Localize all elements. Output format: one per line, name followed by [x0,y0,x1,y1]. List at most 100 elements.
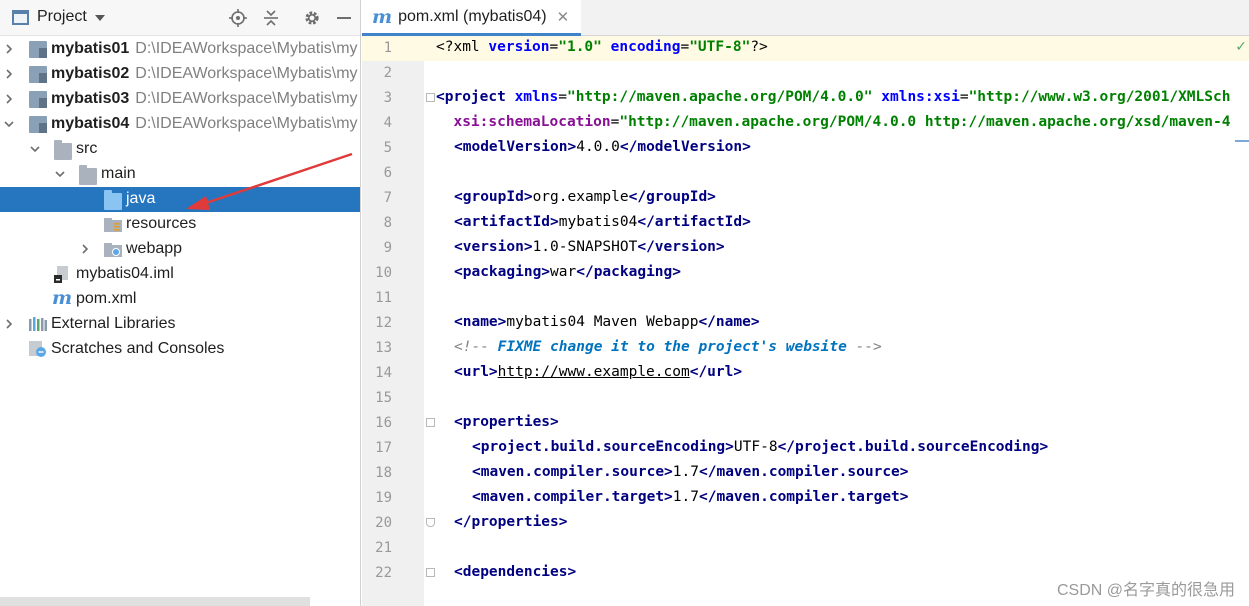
tree-item-mybatis02[interactable]: mybatis02 D:\IDEAWorkspace\Mybatis\my [0,62,360,87]
scratches-icon [29,341,46,357]
chevron-down-icon[interactable] [94,15,105,21]
code-line: <project xmlns="http://maven.apache.org/… [436,89,1231,105]
line-number: 18 [375,465,392,481]
tree-item-mybatis03[interactable]: mybatis03 D:\IDEAWorkspace\Mybatis\my [0,87,360,112]
line-number: 3 [383,90,392,106]
tree-item-pom-xml[interactable]: m pom.xml [0,287,360,312]
line-number: 10 [375,265,392,281]
module-icon [29,66,47,83]
gear-icon[interactable] [302,8,322,28]
tab-label: pom.xml (mybatis04) [398,7,547,25]
close-icon[interactable]: ✕ [557,8,570,26]
collapse-icon[interactable] [261,8,281,28]
tab-pom-xml[interactable]: m pom.xml (mybatis04) ✕ [362,0,582,36]
tree-item-scratches[interactable]: Scratches and Consoles [0,337,360,362]
chevron-right-icon[interactable] [4,319,14,329]
scroll-marker[interactable] [1235,140,1249,142]
tree-item-src[interactable]: src [0,137,360,162]
fold-marker[interactable] [426,418,435,427]
line-number: 4 [383,115,392,131]
project-view-selector[interactable]: Project [12,8,105,26]
chevron-right-icon[interactable] [4,94,14,104]
code-line: <url>http://www.example.com</url> [454,364,743,380]
tree-item-label: webapp [126,240,183,257]
line-number: 1 [383,40,392,56]
folder-icon [54,140,72,160]
tree-item-webapp[interactable]: webapp [0,237,360,262]
code-line: <dependencies> [454,564,577,580]
line-number: 21 [375,540,392,556]
chevron-right-icon[interactable] [4,69,14,79]
project-view-icon [12,9,29,25]
code-line: <groupId>org.example</groupId> [454,189,716,205]
code-line: <project.build.sourceEncoding>UTF-8</pro… [472,439,1049,455]
tree-item-label: mybatis02 D:\IDEAWorkspace\Mybatis\my [51,65,358,82]
iml-file-icon [54,266,68,283]
libraries-icon [29,317,47,331]
tree-item-label: mybatis03 D:\IDEAWorkspace\Mybatis\my [51,90,358,107]
project-panel-header: Project [0,0,360,36]
project-tool-window: Project mybatis01 D:\IDEAWorkspace\Mybati… [0,0,361,606]
tree-item-main[interactable]: main [0,162,360,187]
chevron-down-icon[interactable] [55,169,65,179]
module-path: D:\IDEAWorkspace\Mybatis\my [135,40,358,57]
code-editor[interactable]: 1 2 3 4 5 6 7 8 9 10 11 12 13 14 15 16 1… [362,36,1249,606]
tree-item-mybatis01[interactable]: mybatis01 D:\IDEAWorkspace\Mybatis\my [0,37,360,62]
code-line: <artifactId>mybatis04</artifactId> [454,214,751,230]
tree-item-label: mybatis04 D:\IDEAWorkspace\Mybatis\my [51,115,358,132]
watermark: CSDN @名字真的很急用 [1056,582,1235,599]
fold-marker[interactable] [426,518,435,527]
locate-icon[interactable] [228,8,248,28]
chevron-right-icon[interactable] [80,244,90,254]
url-link[interactable]: http://www.example.com [498,364,690,380]
tree-item-label: resources [126,215,197,232]
module-path: D:\IDEAWorkspace\Mybatis\my [135,90,358,107]
editor-tab-bar: m pom.xml (mybatis04) ✕ [362,0,1249,36]
source-folder-icon [104,190,122,210]
panel-title: Project [37,8,87,25]
line-number: 16 [375,415,392,431]
tree-item-label: main [101,165,136,182]
code-line: <maven.compiler.source>1.7</maven.compil… [472,464,909,480]
line-number: 13 [375,340,392,356]
line-number: 2 [383,65,392,81]
tree-item-mybatis04-iml[interactable]: mybatis04.iml [0,262,360,287]
fold-marker[interactable] [426,93,435,102]
web-folder-icon [104,243,122,257]
line-number: 17 [375,440,392,456]
code-line: <name>mybatis04 Maven Webapp</name> [454,314,760,330]
tree-item-resources[interactable]: resources [0,212,360,237]
line-number: 11 [375,290,392,306]
horizontal-scrollbar[interactable] [0,597,310,606]
line-number: 22 [375,565,392,581]
module-icon [29,116,47,133]
tree-item-external-libraries[interactable]: External Libraries [0,312,360,337]
line-number: 9 [383,240,392,256]
chevron-down-icon[interactable] [4,119,14,129]
chevron-right-icon[interactable] [4,44,14,54]
folder-icon [79,165,97,185]
tree-item-label: src [76,140,98,157]
line-number: 14 [375,365,392,381]
fold-marker[interactable] [426,568,435,577]
code-line: <maven.compiler.target>1.7</maven.compil… [472,489,909,505]
line-number: 12 [375,315,392,331]
check-icon: ✓ [1235,38,1247,54]
tree-item-label: pom.xml [76,290,137,307]
minimize-icon[interactable] [334,8,354,28]
code-line: <version>1.0-SNAPSHOT</version> [454,239,725,255]
tree-item-mybatis04[interactable]: mybatis04 D:\IDEAWorkspace\Mybatis\my [0,112,360,137]
tree-item-label: mybatis04.iml [76,265,174,282]
tree-item-label: java [126,190,156,207]
line-number: 5 [383,140,392,156]
code-line: xsi:schemaLocation="http://maven.apache.… [453,114,1231,130]
chevron-down-icon[interactable] [30,144,40,154]
tree-item-java[interactable]: java [0,187,360,212]
module-icon [29,91,47,108]
code-line: <?xml version="1.0" encoding="UTF-8"?> [436,39,768,55]
module-path: D:\IDEAWorkspace\Mybatis\my [135,65,358,82]
code-line: <properties> [454,414,559,430]
tree-item-label: mybatis01 D:\IDEAWorkspace\Mybatis\my [51,40,358,57]
line-number: 20 [375,515,392,531]
line-number: 6 [383,165,392,181]
